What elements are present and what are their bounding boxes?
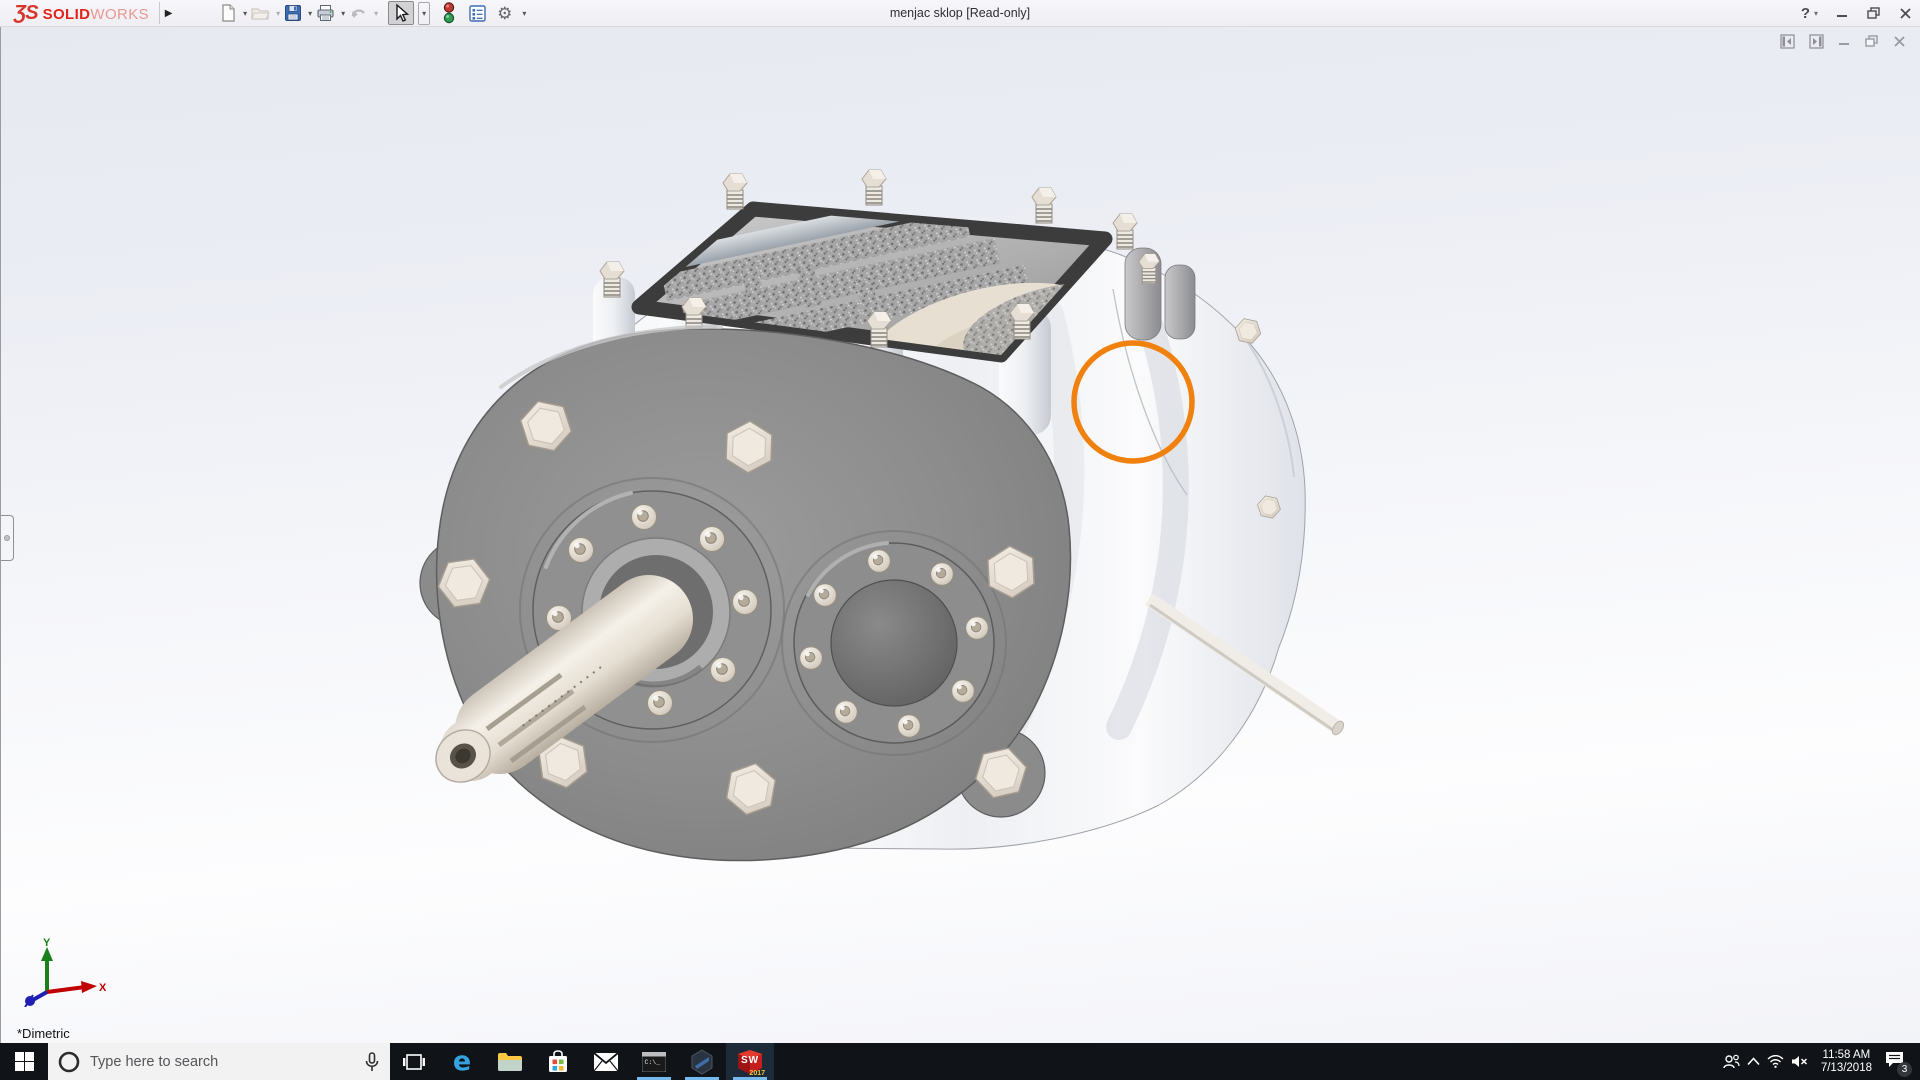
solidworks-logo: ƷS SOLID WORKS (0, 2, 159, 25)
taskbar-search-box[interactable] (48, 1043, 390, 1080)
orientation-triad: Y X (24, 937, 107, 1007)
rebuild-button[interactable] (440, 1, 458, 25)
store-icon (549, 1049, 567, 1072)
new-document-dropdown[interactable]: ▾ (243, 9, 247, 18)
restore-icon (1867, 7, 1880, 19)
taskbar-app-solidworks[interactable]: SW 2017 (726, 1043, 774, 1080)
help-label: ? (1800, 5, 1810, 22)
menu-flyout-arrow-icon[interactable]: ▶ (159, 2, 177, 24)
rebuild-traffic-light-icon (443, 2, 455, 24)
options-dropdown[interactable]: ▾ (522, 9, 526, 18)
right-bearing-flange[interactable] (793, 541, 995, 744)
undo-arrow-icon (351, 9, 366, 19)
file-properties-button[interactable] (466, 1, 489, 25)
new-document-icon (222, 4, 235, 22)
select-tool-dropdown[interactable]: ▾ (418, 1, 431, 25)
print-icon (317, 5, 334, 21)
microphone-icon[interactable] (364, 1051, 380, 1072)
taskbar-clock[interactable]: 11:58 AM 7/13/2018 (1815, 1049, 1878, 1075)
save-button[interactable] (282, 1, 304, 25)
people-icon[interactable] (1723, 1054, 1740, 1069)
open-dropdown[interactable]: ▾ (276, 9, 280, 18)
search-input[interactable] (90, 1053, 354, 1070)
edge-icon: e (452, 1046, 472, 1077)
minimize-button[interactable] (1836, 7, 1849, 20)
file-explorer-icon (498, 1052, 522, 1071)
graphics-viewport[interactable]: Y X *Dimetric (0, 27, 1920, 1043)
start-button[interactable] (0, 1043, 48, 1080)
window-controls: ? ▾ (1801, 0, 1912, 27)
restore-button[interactable] (1867, 7, 1881, 20)
notification-badge: 3 (1897, 1062, 1912, 1077)
standard-toolbar: ▾ ▾ ▾ ▾ ▾ ▾ ⚙ ▾ (217, 1, 526, 25)
triad-x-label: X (99, 982, 107, 994)
print-dropdown[interactable]: ▾ (341, 9, 345, 18)
hexagon-app-icon (691, 1048, 713, 1075)
view-orientation-label: *Dimetric (17, 1026, 70, 1041)
help-button[interactable]: ? ▾ (1801, 5, 1818, 22)
system-tray: 11:58 AM 7/13/2018 3 (1723, 1043, 1920, 1080)
clock-date: 7/13/2018 (1820, 1061, 1872, 1074)
taskbar-app-hexagon[interactable] (678, 1043, 726, 1080)
command-prompt-icon: C:\_ (642, 1051, 666, 1072)
print-button[interactable] (314, 1, 337, 25)
save-floppy-icon (285, 5, 302, 21)
hidden-icons-chevron[interactable] (1747, 1057, 1760, 1066)
options-gear-icon: ⚙ (497, 3, 513, 23)
taskbar-app-command-prompt[interactable]: C:\_ (630, 1043, 678, 1080)
solidworks-logo-solid: SOLID (42, 5, 91, 23)
sw-icon-label: SW (741, 1054, 760, 1066)
taskbar-app-edge[interactable]: e (438, 1043, 486, 1080)
title-bar: ƷS SOLID WORKS ▶ ▾ ▾ ▾ ▾ ▾ ▾ ⚙ ▾ menjac … (0, 0, 1920, 27)
file-properties-icon (469, 4, 486, 22)
options-button[interactable]: ⚙ (495, 1, 514, 25)
open-button[interactable] (249, 1, 272, 25)
taskbar-app-task-view[interactable] (390, 1043, 438, 1080)
taskbar-app-file-explorer[interactable] (486, 1043, 534, 1080)
solidworks-logo-mark: ƷS (14, 1, 39, 24)
select-tool-button[interactable] (388, 1, 415, 25)
task-view-icon (403, 1053, 425, 1070)
volume-muted-icon[interactable] (1791, 1055, 1808, 1068)
close-icon (1900, 8, 1911, 19)
taskbar-app-mail[interactable] (582, 1043, 630, 1080)
gearbox-3d-model[interactable] (1, 27, 1920, 1043)
wifi-icon[interactable] (1767, 1055, 1784, 1068)
solidworks-logo-works: WORKS (90, 5, 150, 23)
close-button[interactable] (1899, 7, 1912, 20)
open-folder-icon (251, 8, 270, 20)
housing-boss-cylinder (1164, 264, 1196, 340)
housing-side-bolt (1234, 318, 1262, 344)
windows-taskbar: e (0, 1043, 1920, 1080)
solidworks-app-icon: SW 2017 (737, 1049, 765, 1077)
triad-y-label: Y (43, 937, 51, 949)
sw-icon-year: 2017 (749, 1069, 765, 1077)
save-dropdown[interactable]: ▾ (308, 9, 312, 18)
minimize-icon (1837, 15, 1847, 17)
cortana-icon (58, 1051, 80, 1072)
action-center-button[interactable]: 3 (1885, 1050, 1914, 1077)
new-document-button[interactable] (217, 1, 239, 25)
mail-icon (593, 1051, 619, 1071)
clock-time: 11:58 AM (1822, 1048, 1871, 1061)
help-dropdown-icon: ▾ (1813, 9, 1818, 18)
undo-button[interactable] (347, 1, 370, 25)
screen: ƷS SOLID WORKS ▶ ▾ ▾ ▾ ▾ ▾ ▾ ⚙ ▾ menjac … (0, 0, 1920, 1080)
windows-logo-icon (14, 1052, 34, 1071)
undo-dropdown[interactable]: ▾ (374, 9, 378, 18)
cmd-prompt-text: C:\_ (645, 1059, 661, 1066)
taskbar-app-store[interactable] (534, 1043, 582, 1080)
select-cursor-icon (396, 3, 410, 22)
